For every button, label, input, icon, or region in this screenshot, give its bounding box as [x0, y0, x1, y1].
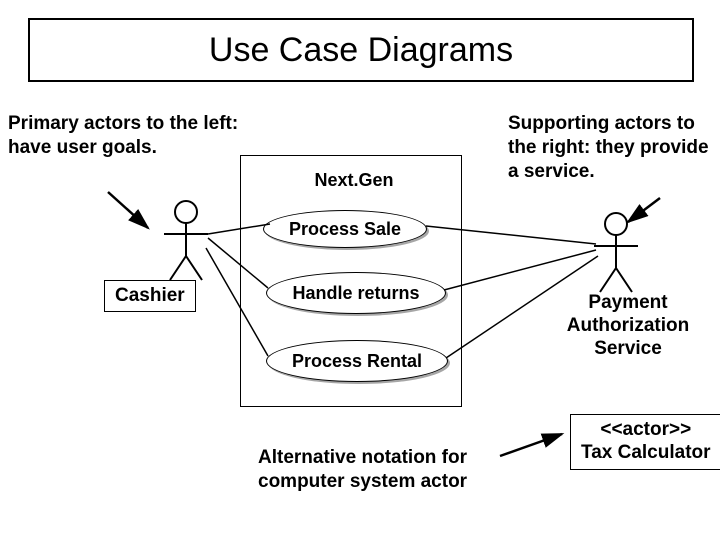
assoc-service-processsale: [426, 226, 596, 244]
assoc-cashier-processsale: [208, 224, 270, 234]
stick-figure-service-icon: [594, 213, 638, 292]
assoc-cashier-processrental: [206, 248, 268, 356]
diagram-overlay: [0, 0, 720, 540]
stick-figure-cashier-icon: [164, 201, 208, 280]
arrow-alt-to-taxcalc: [500, 434, 562, 456]
assoc-service-processrental: [446, 256, 598, 358]
assoc-service-handlereturns: [444, 250, 596, 290]
arrow-primary-to-cashier: [108, 192, 148, 228]
assoc-cashier-handlereturns: [208, 238, 268, 288]
arrow-supporting-to-service: [628, 198, 660, 222]
